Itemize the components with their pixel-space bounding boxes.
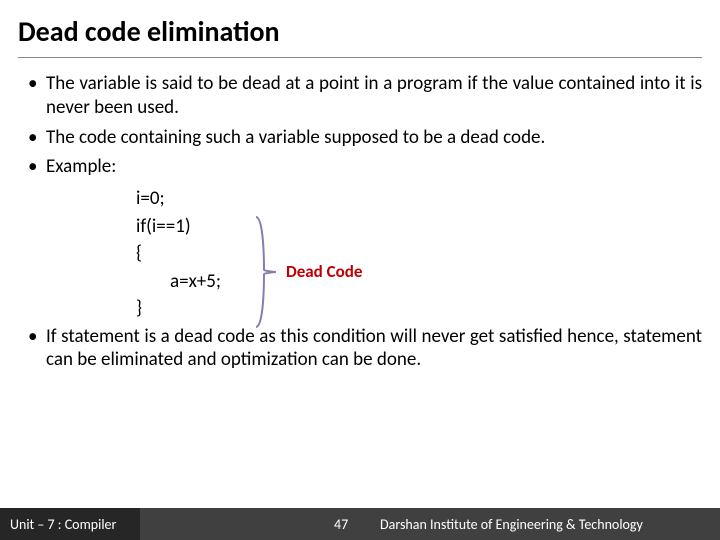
- code-line: a=x+5;: [136, 268, 702, 296]
- institute-name: Darshan Institute of Engineering & Techn…: [380, 516, 643, 533]
- code-block: i=0; if(i==1) { a=x+5; } Dead Code: [18, 185, 702, 323]
- bullet-list: The variable is said to be dead at a poi…: [18, 72, 702, 179]
- bullet-item: The code containing such a variable supp…: [46, 126, 702, 150]
- footer: Unit – 7 : Compiler 47 Darshan Institute…: [0, 508, 720, 540]
- bullet-item: If statement is a dead code as this cond…: [46, 325, 702, 373]
- page-number: 47: [334, 516, 348, 533]
- footer-right: 47 Darshan Institute of Engineering & Te…: [140, 508, 720, 540]
- slide: Dead code elimination The variable is sa…: [0, 0, 720, 540]
- dead-code-label: Dead Code: [286, 261, 362, 282]
- bullet-item: The variable is said to be dead at a poi…: [46, 72, 702, 120]
- code-line: if(i==1): [136, 213, 702, 241]
- code-line: {: [136, 240, 702, 268]
- bullet-list: If statement is a dead code as this cond…: [18, 325, 702, 373]
- bracket-icon: [254, 215, 278, 329]
- slide-title: Dead code elimination: [18, 14, 702, 58]
- code-line: }: [136, 295, 702, 323]
- slide-content: The variable is said to be dead at a poi…: [18, 72, 702, 372]
- code-line: i=0;: [136, 185, 702, 213]
- bullet-item: Example:: [46, 155, 702, 179]
- footer-unit: Unit – 7 : Compiler: [0, 508, 140, 540]
